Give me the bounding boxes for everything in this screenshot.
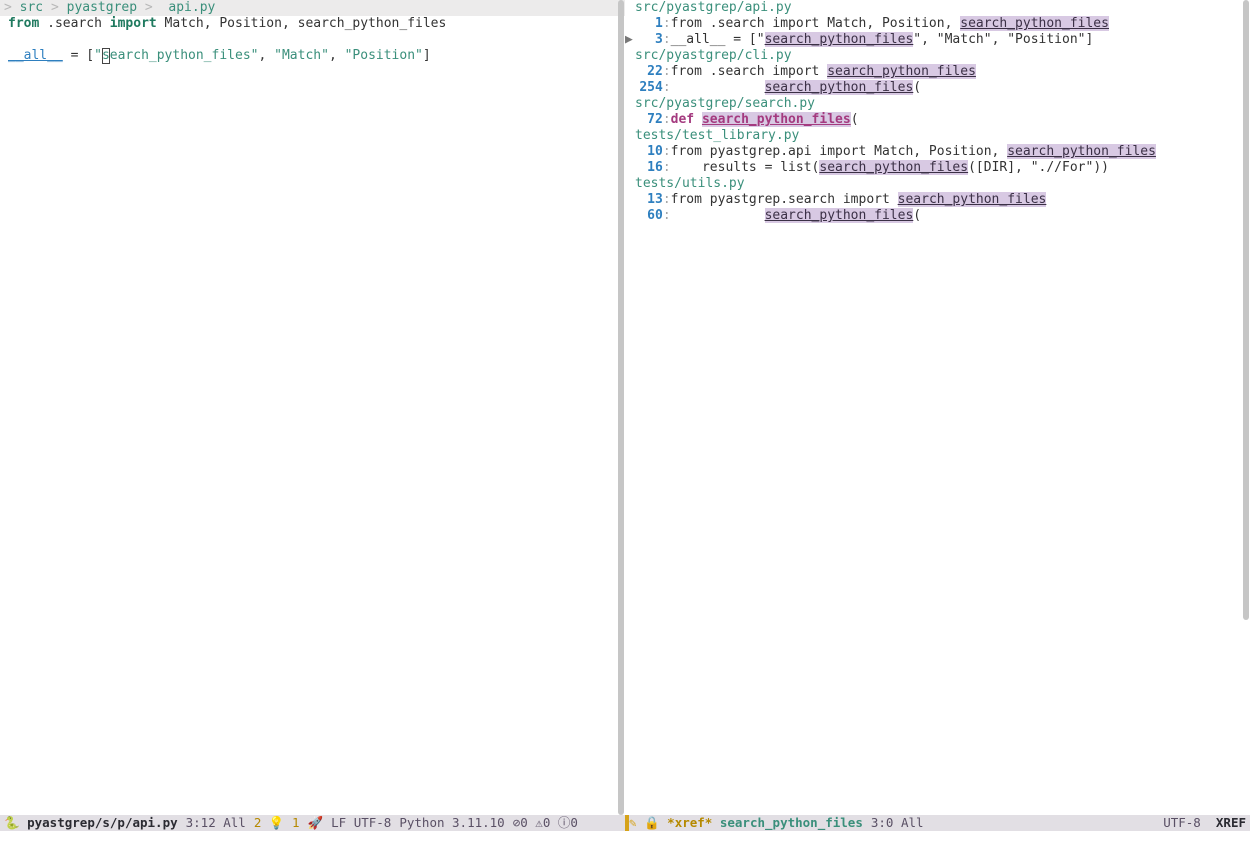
modified-icon: ✎ bbox=[629, 815, 637, 831]
minibuffer-left[interactable] bbox=[0, 831, 625, 847]
modeline-position: 3:0 All bbox=[871, 815, 924, 831]
xref-file-header[interactable]: src/pyastgrep/search.py bbox=[625, 96, 1250, 112]
breadcrumb-item-current[interactable]: api.py bbox=[168, 0, 215, 15]
string-literal: " bbox=[94, 48, 102, 63]
chevron-right-icon: > bbox=[4, 0, 20, 15]
xref-line-number: 10 bbox=[647, 144, 663, 159]
code-text: , bbox=[329, 48, 345, 63]
chevron-right-icon: > bbox=[137, 0, 160, 15]
rocket-icon: 🚀 bbox=[308, 815, 324, 831]
error-count: 0 bbox=[520, 815, 528, 830]
code-text: .search bbox=[39, 16, 109, 31]
xref-result-row[interactable]: 10:from pyastgrep.api import Match, Posi… bbox=[625, 144, 1250, 160]
info-count: 0 bbox=[570, 815, 578, 830]
xref-results[interactable]: src/pyastgrep/api.py 1:from .search impo… bbox=[625, 0, 1250, 815]
modeline-position: 3:12 All bbox=[186, 815, 246, 831]
current-marker-icon: ▶ bbox=[625, 32, 633, 47]
diag-count: 1 bbox=[292, 815, 300, 830]
breadcrumb-item[interactable]: src bbox=[20, 0, 43, 15]
warning-count: 0 bbox=[543, 815, 551, 830]
modeline-xref-query: search_python_files bbox=[720, 815, 863, 830]
editor-area[interactable]: from .search import Match, Position, sea… bbox=[0, 16, 625, 815]
modeline-major-mode: XREF bbox=[1216, 815, 1246, 830]
xref-result-row[interactable]: 1:from .search import Match, Position, s… bbox=[625, 16, 1250, 32]
scrollbar-vertical[interactable] bbox=[1240, 0, 1250, 815]
xref-match: search_python_files bbox=[827, 64, 976, 79]
xref-file-header[interactable]: tests/utils.py bbox=[625, 176, 1250, 192]
xref-result-row[interactable]: 16: results = list(search_python_files([… bbox=[625, 160, 1250, 176]
scrollbar-vertical[interactable] bbox=[615, 0, 625, 815]
modeline-buffer-name: *xref* bbox=[667, 815, 712, 830]
code-text: , bbox=[258, 48, 274, 63]
xref-file-header[interactable]: src/pyastgrep/api.py bbox=[625, 0, 1250, 16]
xref-line-number: 13 bbox=[647, 192, 663, 207]
window-active-indicator bbox=[625, 815, 629, 831]
xref-result-row[interactable]: ▶3:__all__ = ["search_python_files", "Ma… bbox=[625, 32, 1250, 48]
minibuffer-right[interactable] bbox=[625, 831, 1250, 847]
xref-result-row[interactable]: 254: search_python_files( bbox=[625, 80, 1250, 96]
xref-file-header[interactable]: tests/test_library.py bbox=[625, 128, 1250, 144]
xref-match: search_python_files bbox=[702, 112, 851, 127]
xref-result-row[interactable]: 60: search_python_files( bbox=[625, 208, 1250, 224]
left-editor-pane: > src > pyastgrep > api.py from .search … bbox=[0, 0, 625, 847]
scrollbar-thumb[interactable] bbox=[1243, 0, 1249, 620]
xref-match: search_python_files bbox=[960, 16, 1109, 31]
warning-icon: ⚠ bbox=[535, 815, 543, 830]
xref-result-row[interactable]: 13:from pyastgrep.search import search_p… bbox=[625, 192, 1250, 208]
breadcrumb: > src > pyastgrep > api.py bbox=[0, 0, 625, 16]
modeline-left: 🐍 pyastgrep/s/p/api.py 3:12 All 2 💡 1 🚀 … bbox=[0, 815, 625, 831]
right-xref-pane: src/pyastgrep/api.py 1:from .search impo… bbox=[625, 0, 1250, 847]
lock-icon: 🔒 bbox=[644, 815, 660, 831]
xref-line-number: 16 bbox=[647, 160, 663, 175]
kw-def: def bbox=[671, 112, 702, 127]
xref-match: search_python_files bbox=[898, 192, 1047, 207]
modeline-filename: pyastgrep/s/p/api.py bbox=[27, 815, 178, 830]
code-text: = [ bbox=[63, 48, 94, 63]
xref-match: search_python_files bbox=[765, 80, 914, 95]
string-literal: "Match" bbox=[274, 48, 329, 63]
modeline-python-version: Python 3.11.10 bbox=[399, 815, 504, 831]
xref-line-number: 60 bbox=[647, 208, 663, 223]
cursor[interactable]: s bbox=[102, 48, 110, 64]
xref-match: search_python_files bbox=[1007, 144, 1156, 159]
xref-line-number: 22 bbox=[647, 64, 663, 79]
modeline-right: ✎ 🔒 *xref* search_python_files 3:0 All U… bbox=[625, 815, 1250, 831]
string-literal: "Position" bbox=[345, 48, 423, 63]
xref-match: search_python_files bbox=[819, 160, 968, 175]
xref-result-row[interactable]: 72:def search_python_files( bbox=[625, 112, 1250, 128]
xref-match: search_python_files bbox=[765, 32, 914, 47]
kw-from: from bbox=[8, 16, 39, 31]
xref-result-row[interactable]: 22:from .search import search_python_fil… bbox=[625, 64, 1250, 80]
breadcrumb-item[interactable]: pyastgrep bbox=[67, 0, 137, 15]
code-text: Match, Position, search_python_files bbox=[157, 16, 447, 31]
scrollbar-thumb[interactable] bbox=[618, 0, 624, 815]
modeline-encoding: LF UTF-8 bbox=[331, 815, 391, 831]
modeline-encoding: UTF-8 bbox=[1163, 815, 1201, 830]
kw-import: import bbox=[110, 16, 157, 31]
diag-count: 2 bbox=[254, 815, 262, 830]
xref-file-header[interactable]: src/pyastgrep/cli.py bbox=[625, 48, 1250, 64]
code-text: ] bbox=[423, 48, 431, 63]
info-icon: ⓘ bbox=[558, 815, 571, 830]
dunder-all: __all__ bbox=[8, 48, 63, 63]
bulb-icon: 💡 bbox=[269, 815, 285, 831]
xref-line-number: 3 bbox=[655, 32, 663, 47]
python-icon: 🐍 bbox=[4, 815, 20, 831]
xref-line-number: 254 bbox=[639, 80, 662, 95]
xref-line-number: 72 bbox=[647, 112, 663, 127]
chevron-right-icon: > bbox=[43, 0, 66, 15]
string-literal: earch_python_files" bbox=[110, 48, 259, 63]
xref-line-number: 1 bbox=[655, 16, 663, 31]
xref-match: search_python_files bbox=[765, 208, 914, 223]
